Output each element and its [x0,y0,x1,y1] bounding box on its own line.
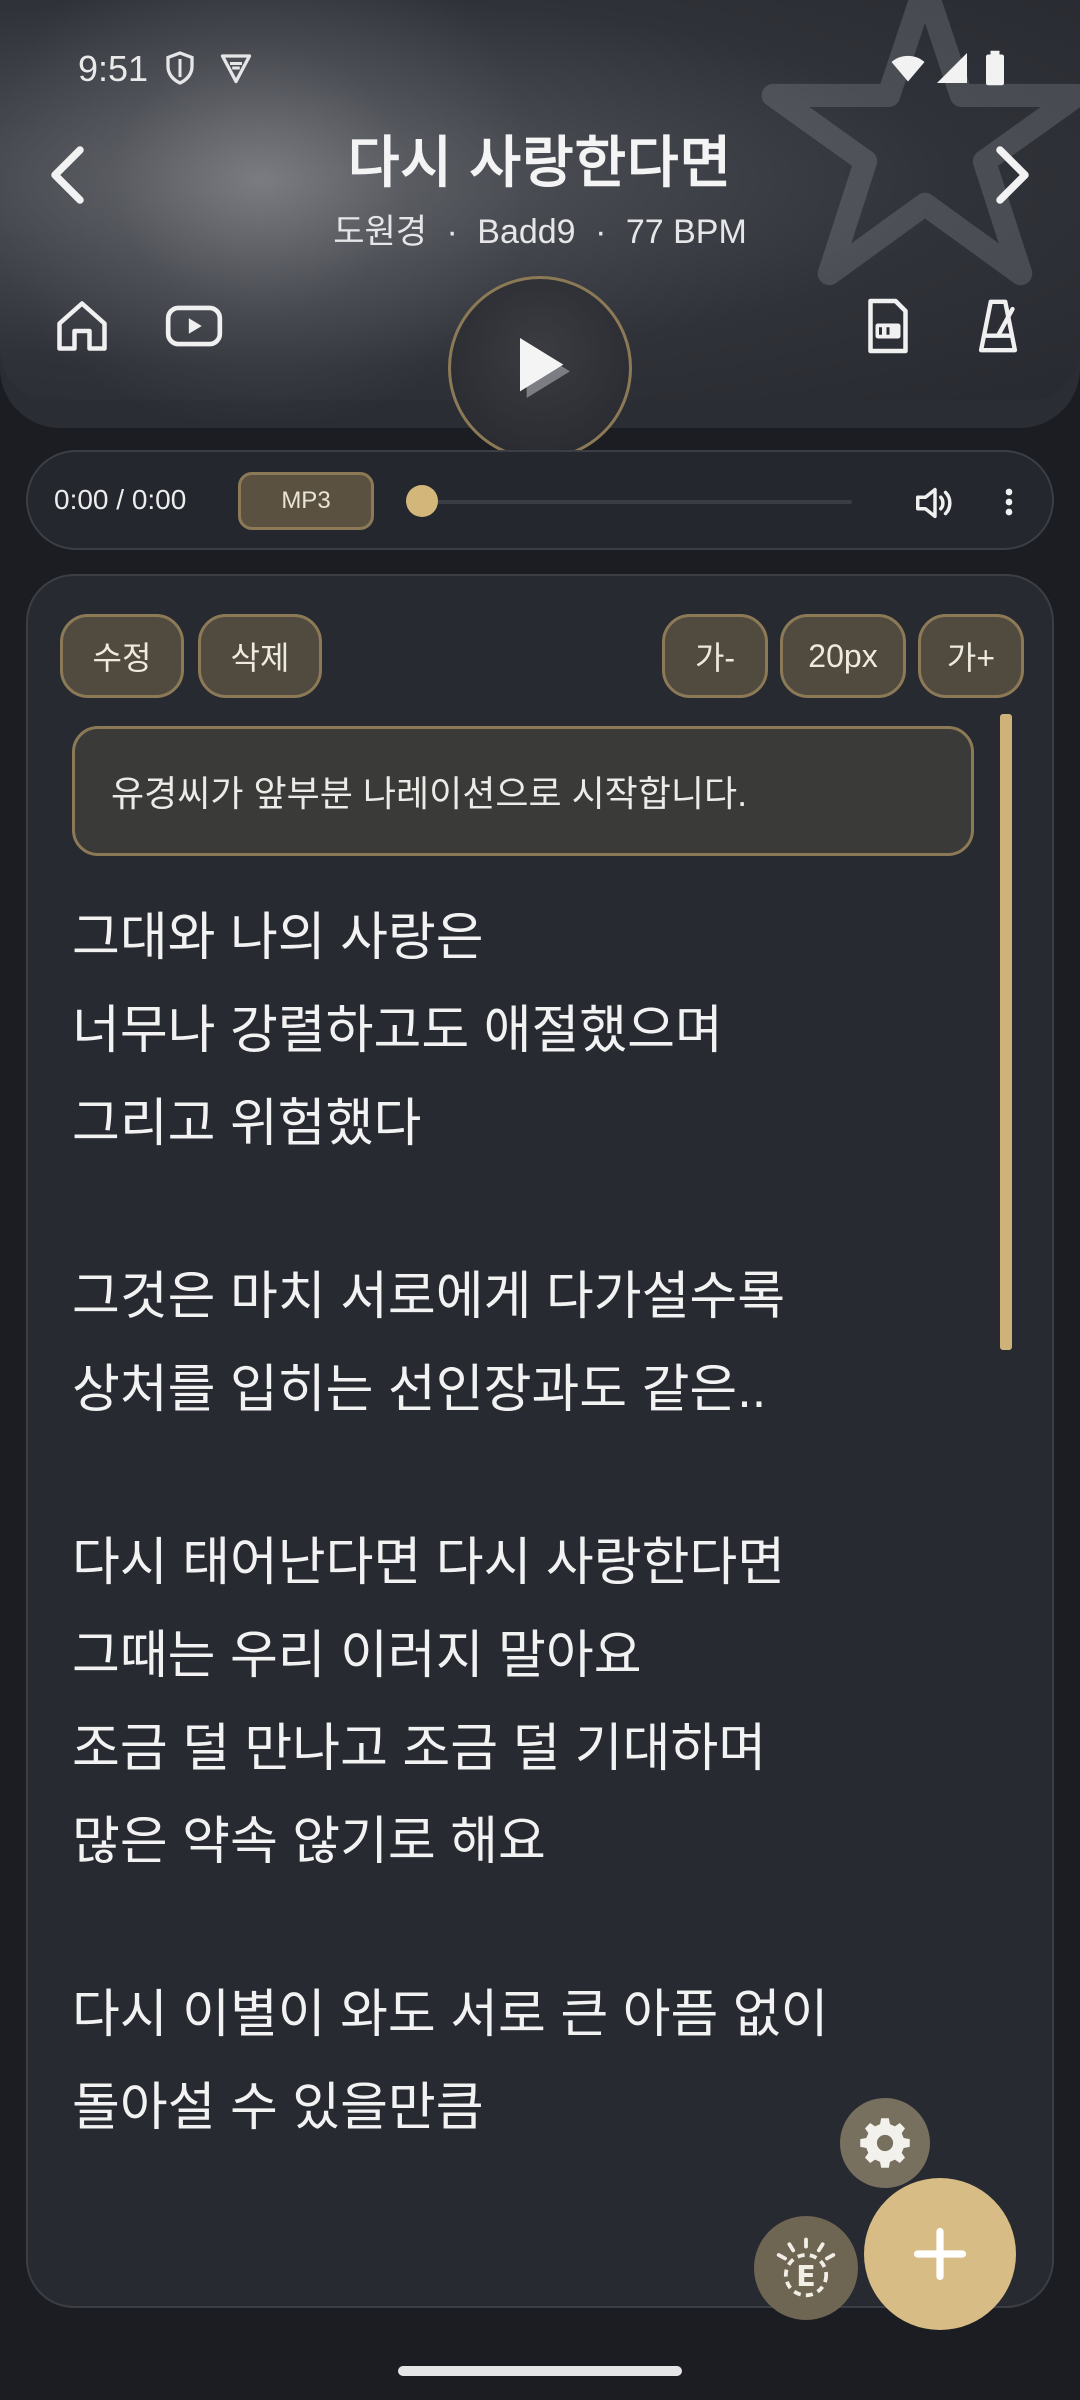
home-icon [57,301,107,351]
volume-icon[interactable] [912,480,958,526]
performance-note: 유경씨가 앞부분 나레이션으로 시작합니다. [72,726,974,856]
settings-button[interactable] [840,2098,930,2188]
font-decrease-button[interactable]: 가- [662,614,768,698]
play-icon [520,338,570,398]
seek-track[interactable] [414,500,852,504]
wifi-icon [891,55,925,82]
stanza-gap [72,1889,992,1969]
shield-icon [166,51,194,85]
lyric-line: 상처를 입히는 선인장과도 같은.. [72,1361,767,1419]
song-artist: 도원경 [333,213,428,251]
song-key: Badd9 [477,213,576,251]
font-increase-button[interactable]: 가+ [918,614,1024,698]
gear-icon [860,2118,910,2168]
metronome-button[interactable] [962,290,1034,362]
song-meta: 도원경 · Badd9 · 77 BPM [0,204,1080,253]
font-size-button[interactable]: 20px [780,614,906,698]
stanza-gap [72,1171,992,1251]
lyric-line: 많은 약속 않기로 해요 [72,1813,546,1871]
meta-separator: · [595,213,607,251]
home-button[interactable] [46,290,118,362]
lyrics-body: 그대와 나의 사랑은 너무나 강렬하고도 애절했으며 그리고 위험했다 그것은 … [72,892,992,2155]
lyric-line: 너무나 강렬하고도 애절했으며 [72,1002,723,1060]
vpn-icon [220,54,252,84]
status-bar: 9:51 [0,0,1080,130]
mp3-button[interactable]: MP3 [238,472,374,530]
status-time: 9:51 [78,48,149,89]
meta-separator: · [446,213,458,251]
lyrics-card: 수정 삭제 가- 20px 가+ 유경씨가 앞부분 나레이션으로 시작합니다. … [26,574,1054,2308]
song-bpm: 77 BPM [625,213,747,251]
lyric-line: 그리고 위험했다 [72,1095,422,1153]
e-badge-button[interactable]: E [754,2216,858,2320]
lyric-line: 그때는 우리 이러지 말아요 [72,1627,642,1685]
pdf-icon [868,298,908,354]
youtube-button[interactable] [158,290,230,362]
more-vert-icon[interactable] [1002,482,1016,522]
home-indicator[interactable] [398,2366,682,2376]
metronome-icon [978,299,1018,353]
svg-text:E: E [796,2260,815,2293]
signal-icon [937,53,967,83]
lyric-line: 조금 덜 만나고 조금 덜 기대하며 [72,1720,767,1778]
stanza-gap [72,1437,992,1517]
seek-thumb[interactable] [406,485,438,517]
audio-player: 0:00 / 0:00 MP3 [26,450,1054,550]
plus-icon [913,2227,967,2281]
scrollbar[interactable] [1000,714,1012,1350]
e-badge-icon: E [776,2237,836,2298]
pdf-button[interactable] [852,290,924,362]
battery-icon [986,50,1004,86]
delete-button[interactable]: 삭제 [198,614,322,698]
lyric-line: 그것은 마치 서로에게 다가설수록 [72,1268,786,1326]
edit-button[interactable]: 수정 [60,614,184,698]
lyric-line: 그대와 나의 사랑은 [72,909,484,967]
playback-time: 0:00 / 0:00 [54,484,187,515]
lyric-line: 다시 이별이 와도 서로 큰 아픔 없이 [72,1986,829,2044]
lyric-line: 다시 태어난다면 다시 사랑한다면 [72,1534,786,1592]
play-button[interactable] [448,276,632,460]
youtube-icon [165,305,223,347]
add-button[interactable] [864,2178,1016,2330]
song-title: 다시 사랑한다면 [347,131,733,194]
